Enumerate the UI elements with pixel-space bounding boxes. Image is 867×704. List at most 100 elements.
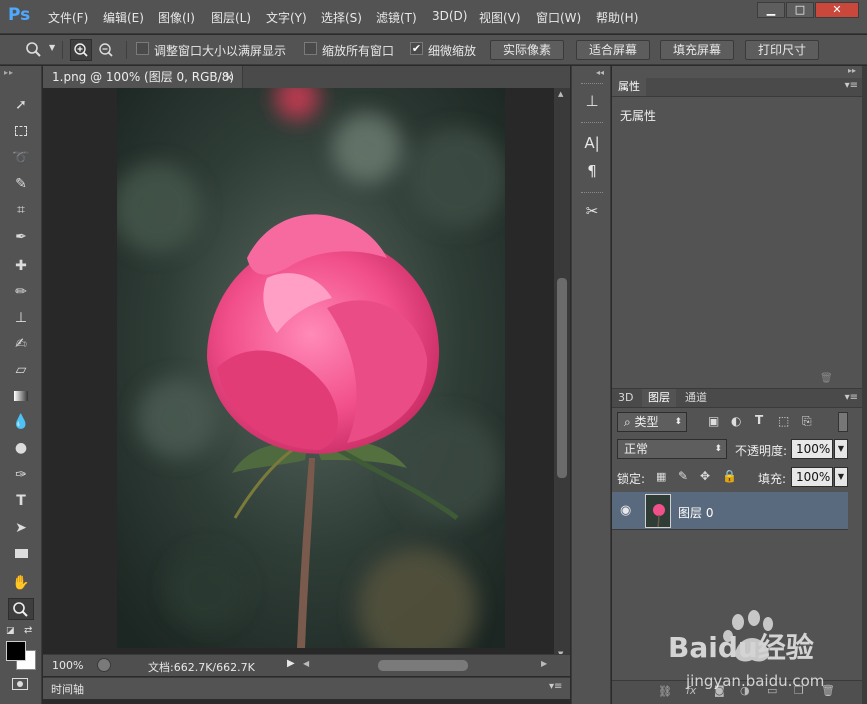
fill-input[interactable]: 100% [791, 467, 833, 487]
resize-windows-checkbox[interactable] [136, 42, 149, 55]
filter-type-icon[interactable]: T [755, 413, 763, 427]
tool-presets-icon[interactable]: ✂ [581, 200, 603, 222]
menu-image[interactable]: 图像(I) [158, 9, 195, 26]
menu-layer[interactable]: 图层(L) [211, 9, 251, 26]
eyedropper-tool-icon[interactable]: ✒ [8, 226, 34, 248]
lock-position-icon[interactable]: ✥ [700, 469, 710, 483]
menu-view[interactable]: 视图(V) [479, 9, 521, 26]
move-tool-icon[interactable]: ➚ [8, 94, 34, 116]
hand-tool-icon[interactable]: ✋ [8, 572, 34, 594]
zoom-tool-icon[interactable] [25, 41, 43, 59]
layer-filter-select[interactable]: ⌕ 类型 ⬍ [617, 412, 687, 432]
menu-edit[interactable]: 编辑(E) [103, 9, 144, 26]
menu-select[interactable]: 选择(S) [321, 9, 362, 26]
path-selection-tool-icon[interactable]: ➤ [8, 517, 34, 539]
fit-screen-button[interactable]: 适合屏幕 [576, 40, 650, 60]
clone-source-icon[interactable]: ⊥ [581, 90, 603, 112]
marquee-tool-icon[interactable] [8, 121, 34, 143]
visibility-eye-icon[interactable]: ◉ [620, 503, 631, 518]
tab-properties[interactable]: 属性 [612, 78, 646, 96]
collapse-toolbar-icon[interactable]: ▸▸ [4, 68, 38, 77]
lock-image-icon[interactable]: ✎ [678, 469, 688, 483]
paragraph-icon[interactable]: ¶ [581, 160, 603, 182]
status-menu-icon[interactable] [97, 658, 111, 672]
fill-dropdown-chevron-icon[interactable]: ▼ [834, 467, 848, 487]
panel-grip[interactable] [581, 192, 603, 195]
filter-shape-icon[interactable]: ⬚ [778, 414, 789, 428]
document-tab[interactable]: 1.png @ 100% (图层 0, RGB/8) × [43, 66, 243, 88]
foreground-color-swatch[interactable] [6, 641, 26, 661]
brush-tool-icon[interactable]: ✏ [8, 281, 34, 303]
tool-preset-chevron-down-icon[interactable]: ▼ [49, 43, 55, 52]
minimize-button[interactable]: ▁ [757, 2, 785, 18]
filter-smart-object-icon[interactable]: ⎘ [802, 414, 812, 429]
scroll-right-icon[interactable]: ▶ [541, 659, 547, 668]
collapse-dock-icon[interactable]: ▸▸ [848, 66, 856, 75]
tab-3d[interactable]: 3D [612, 389, 639, 407]
timeline-tab[interactable]: 时间轴 [51, 681, 84, 697]
dodge-tool-icon[interactable]: ● [8, 437, 34, 459]
close-document-icon[interactable]: × [224, 66, 234, 88]
layer-row[interactable]: ◉ 图层 0 [612, 492, 848, 530]
layers-menu-icon[interactable]: ▾≡ [845, 392, 858, 403]
menu-file[interactable]: 文件(F) [48, 9, 88, 26]
filter-pixel-icon[interactable]: ▣ [708, 414, 719, 428]
panel-grip[interactable] [581, 122, 603, 125]
lock-transparency-icon[interactable]: ▦ [656, 470, 666, 483]
scrubby-zoom-checkbox[interactable]: ✔ [410, 42, 423, 55]
clone-stamp-tool-icon[interactable]: ⊥ [8, 307, 34, 329]
zoom-all-windows-checkbox[interactable] [304, 42, 317, 55]
blur-tool-icon[interactable]: 💧 [8, 411, 34, 433]
type-tool-icon[interactable]: T [8, 490, 34, 512]
zoom-level[interactable]: 100% [52, 659, 83, 672]
zoom-in-icon [74, 43, 88, 57]
horizontal-scroll-thumb[interactable] [378, 660, 468, 671]
zoom-in-button[interactable] [70, 39, 92, 61]
crop-tool-icon[interactable]: ⌗ [8, 199, 34, 221]
menu-help[interactable]: 帮助(H) [596, 9, 638, 26]
lock-all-icon[interactable]: 🔒 [722, 469, 737, 483]
lasso-tool-icon[interactable]: ➰ [8, 147, 34, 169]
tab-layers[interactable]: 图层 [642, 389, 676, 407]
tab-channels[interactable]: 通道 [679, 389, 713, 407]
zoom-out-icon[interactable] [96, 40, 116, 60]
print-size-button[interactable]: 打印尺寸 [745, 40, 819, 60]
filter-toggle-switch[interactable] [838, 412, 848, 432]
quick-mask-icon[interactable] [12, 678, 28, 690]
healing-brush-tool-icon[interactable]: ✚ [8, 255, 34, 277]
vertical-scroll-thumb[interactable] [557, 278, 567, 478]
menu-3d[interactable]: 3D(D) [432, 9, 467, 23]
expand-panels-icon[interactable]: ◂◂ [596, 68, 604, 77]
pen-tool-icon[interactable]: ✑ [8, 464, 34, 486]
scroll-left-icon[interactable]: ◀ [303, 659, 309, 668]
vertical-scrollbar[interactable]: ▲ ▼ [554, 88, 570, 662]
trash-icon[interactable]: 🗑 [820, 373, 833, 384]
menu-window[interactable]: 窗口(W) [536, 9, 581, 26]
eraser-tool-icon[interactable]: ▱ [8, 359, 34, 381]
panel-grip[interactable] [581, 83, 603, 86]
properties-menu-icon[interactable]: ▾≡ [845, 80, 858, 91]
status-expand-icon[interactable]: ▶ [287, 658, 295, 669]
rectangle-tool-icon[interactable] [8, 543, 34, 565]
blend-mode-select[interactable]: 正常 ⬍ [617, 439, 727, 459]
zoom-tool-icon[interactable] [8, 598, 34, 620]
default-colors-icon[interactable]: ◪ [6, 626, 15, 636]
close-button[interactable]: ✕ [815, 2, 859, 18]
filter-adjustment-icon[interactable]: ◐ [731, 414, 741, 428]
actual-pixels-button[interactable]: 实际像素 [490, 40, 564, 60]
character-icon[interactable]: A| [581, 132, 603, 154]
menu-type[interactable]: 文字(Y) [266, 9, 307, 26]
history-brush-tool-icon[interactable]: ✍ [8, 333, 34, 355]
scroll-up-icon[interactable]: ▲ [558, 90, 563, 98]
menu-filter[interactable]: 滤镜(T) [376, 9, 417, 26]
panel-menu-icon[interactable]: ▾≡ [549, 681, 562, 692]
image-canvas[interactable] [117, 88, 505, 648]
opacity-dropdown-chevron-icon[interactable]: ▼ [834, 439, 848, 459]
quick-selection-tool-icon[interactable]: ✎ [8, 173, 34, 195]
swap-colors-icon[interactable]: ⇄ [24, 625, 32, 636]
restore-button[interactable]: □ [786, 2, 814, 18]
opacity-input[interactable]: 100% [791, 439, 833, 459]
layer-name[interactable]: 图层 0 [678, 504, 713, 521]
fill-screen-button[interactable]: 填充屏幕 [660, 40, 734, 60]
gradient-tool-icon[interactable] [8, 385, 34, 407]
